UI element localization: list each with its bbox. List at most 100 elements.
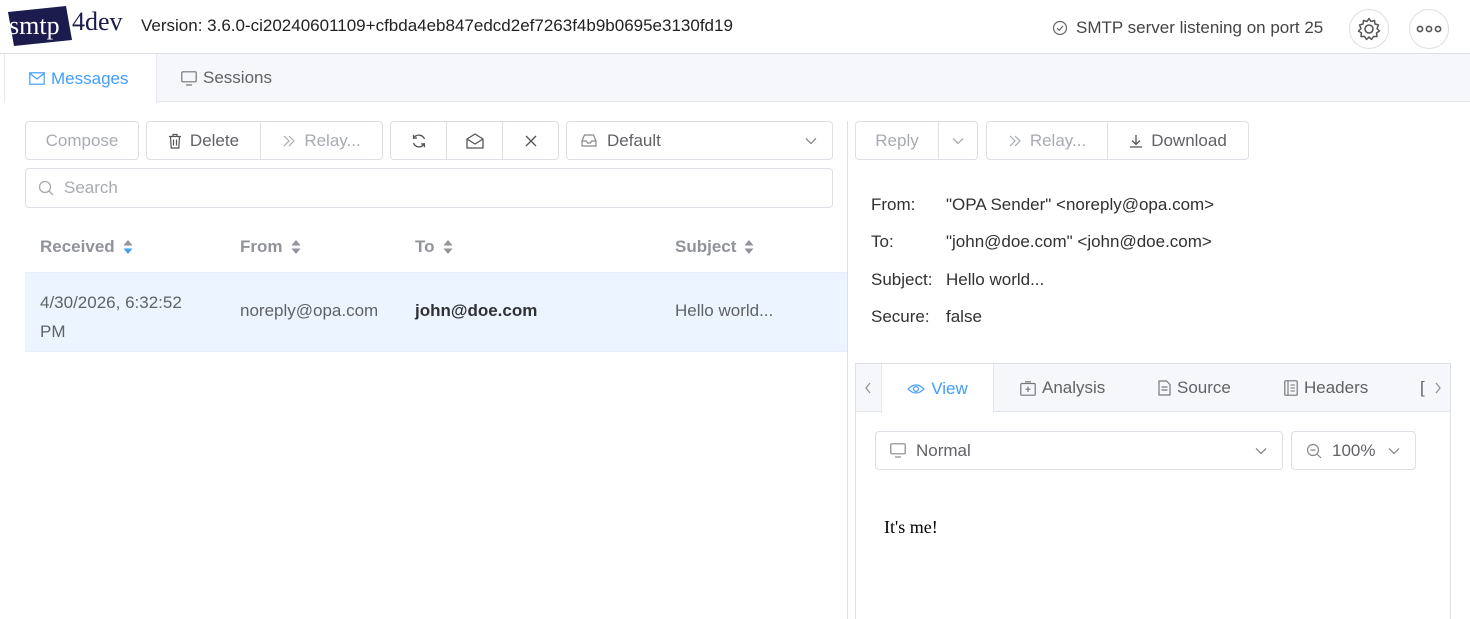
chevron-left-icon [865,382,871,394]
search-icon [38,180,54,196]
tab-view-label: View [931,378,968,398]
relay-button[interactable]: Relay... [261,121,383,160]
relay-label: Relay... [304,130,361,150]
main-tabbar: Messages Sessions [4,54,1470,103]
chevron-down-icon [1255,448,1267,455]
view-mode-value: Normal [916,440,971,460]
to-label: To: [871,232,894,251]
monitor-icon [890,443,906,458]
from-value: "OPA Sender" <noreply@opa.com> [946,195,1215,214]
server-status: SMTP server listening on port 25 [1052,18,1323,38]
secure-value: false [946,307,982,326]
tab-sessions-label: Sessions [203,68,272,87]
svg-text:smtp: smtp [9,11,60,40]
sort-icon[interactable] [744,239,754,255]
reply-dropdown-button[interactable] [939,121,978,160]
compose-label: Compose [45,130,119,150]
to-value: "john@doe.com" <john@doe.com> [946,232,1212,251]
double-chevron-right-icon [1009,135,1021,146]
clear-button[interactable] [503,121,559,160]
list-icon [1284,380,1298,396]
detail-relay-button[interactable]: Relay... [986,121,1108,160]
mailbox-select[interactable]: Default [566,121,833,160]
check-circle-icon [1052,20,1068,36]
ellipsis-icon [1416,25,1442,33]
sort-icon[interactable] [291,239,301,255]
cell-received: 4/30/2026, 6:32:52 PM [40,293,182,341]
server-status-text: SMTP server listening on port 25 [1076,18,1324,37]
tab-sessions[interactable]: Sessions [157,54,296,102]
chevron-down-icon [805,138,817,145]
tab-messages[interactable]: Messages [5,54,157,103]
settings-button[interactable] [1349,9,1389,49]
tabs-scroll-left-button[interactable] [856,364,880,412]
mailbox-select-value: Default [607,130,661,150]
version-text: Version: 3.6.0-ci20240601109+cfbda4eb847… [141,16,733,35]
zoom-icon [1306,443,1322,458]
analysis-icon [1020,380,1036,396]
compose-button[interactable]: Compose [25,121,139,160]
cell-to: john@doe.com [415,301,538,320]
chevron-down-icon [1388,448,1400,455]
reply-button[interactable]: Reply [855,121,939,160]
close-icon [525,135,536,146]
download-label: Download [1151,130,1227,150]
monitor-icon [181,70,197,86]
refresh-icon [412,134,425,147]
message-view-panel: View Analysis Source Headers [ [855,363,1451,619]
tab-partial[interactable]: [ [1420,364,1425,412]
tab-source[interactable]: Source [1158,364,1231,412]
subject-label: Subject: [871,270,933,289]
open-envelope-icon [465,132,484,149]
chevron-down-icon [952,137,964,144]
refresh-button[interactable] [390,121,447,160]
document-icon [1158,380,1171,396]
delete-label: Delete [189,130,240,150]
column-subject-label: Subject [675,237,737,256]
pane-divider[interactable] [847,121,848,619]
secure-label: Secure: [871,307,930,326]
column-from[interactable]: From [240,237,301,257]
cell-from: noreply@opa.com [240,301,379,320]
download-button[interactable]: Download [1108,121,1249,160]
svg-text:4dev: 4dev [72,7,123,36]
column-to[interactable]: To [415,237,453,257]
zoom-select[interactable]: 100% [1291,431,1416,470]
column-from-label: From [240,237,283,256]
tab-source-label: Source [1177,378,1231,397]
column-subject[interactable]: Subject [675,237,754,257]
tab-messages-label: Messages [51,68,129,88]
tabs-scroll-right-button[interactable] [1426,364,1450,412]
view-tabbar: View Analysis Source Headers [ [856,364,1450,413]
search-input[interactable]: Search [25,168,833,208]
zoom-value: 100% [1332,440,1376,460]
from-label: From: [871,195,916,214]
table-row[interactable]: 4/30/2026, 6:32:52 PM noreply@opa.com jo… [25,272,847,352]
tab-partial-label: [ [1420,378,1425,397]
gear-icon [1357,17,1381,41]
trash-icon [168,133,181,149]
more-menu-button[interactable] [1409,9,1449,49]
download-icon [1130,134,1143,148]
column-received-label: Received [40,237,115,256]
eye-icon [907,383,926,394]
tab-view[interactable]: View [881,364,994,413]
search-placeholder: Search [64,178,118,197]
double-chevron-right-icon [283,135,296,146]
chevron-right-icon [1435,382,1441,394]
tab-analysis[interactable]: Analysis [1020,364,1105,412]
cell-subject: Hello world... [675,301,774,320]
mark-all-read-button[interactable] [447,121,503,160]
delete-button[interactable]: Delete [146,121,261,160]
detail-relay-label: Relay... [1029,130,1087,150]
message-body: It's me! [884,517,938,537]
view-mode-select[interactable]: Normal [875,431,1283,470]
tab-headers-label: Headers [1304,378,1369,397]
sort-icon[interactable] [443,239,453,255]
reply-label: Reply [875,130,919,150]
column-to-label: To [415,237,435,256]
mail-icon [29,72,45,85]
sort-icon[interactable] [123,239,133,255]
column-received[interactable]: Received [40,237,133,257]
tab-headers[interactable]: Headers [1284,364,1368,412]
